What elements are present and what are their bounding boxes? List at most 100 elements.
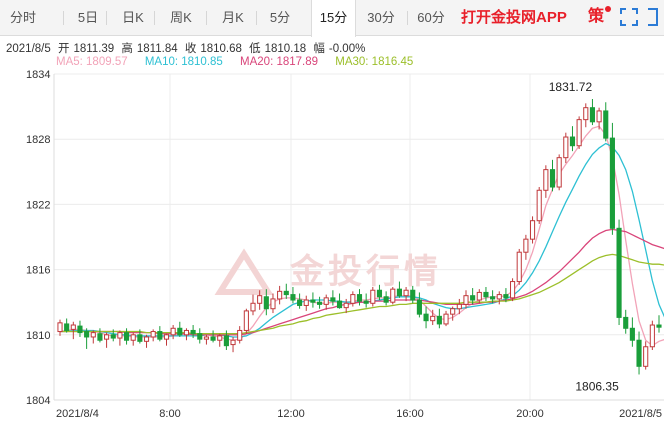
candle[interactable] (297, 293, 303, 309)
x-tick-label: 20:00 (516, 408, 544, 420)
candle-body (583, 107, 589, 121)
candle[interactable] (496, 291, 502, 305)
candle[interactable] (643, 341, 649, 370)
candle[interactable] (350, 291, 356, 307)
candle-body (363, 300, 369, 304)
candle[interactable] (423, 306, 429, 329)
candle-body (643, 346, 649, 367)
candle[interactable] (609, 122, 615, 235)
candle-body (589, 107, 596, 123)
candle[interactable] (84, 328, 90, 349)
candle[interactable] (157, 326, 163, 342)
candle-body (629, 327, 635, 341)
candle-body (396, 288, 402, 297)
candle[interactable] (656, 315, 662, 333)
candle[interactable] (270, 293, 276, 314)
candle[interactable] (323, 294, 329, 310)
candle-body (436, 315, 442, 325)
candle[interactable] (143, 334, 150, 348)
candle-body (443, 313, 449, 325)
candle[interactable] (616, 219, 622, 326)
candle[interactable] (163, 333, 170, 346)
candle-body (510, 281, 516, 299)
candle[interactable] (217, 333, 223, 347)
candle-body (390, 288, 396, 303)
candle-body (649, 324, 655, 348)
candle-body (263, 296, 269, 310)
candle[interactable] (563, 132, 569, 164)
candlestick-chart[interactable]: 金投行情 1834 1828 1822 1816 1810 1804 2021/8/4 8:0… (0, 0, 664, 421)
candle[interactable] (277, 285, 283, 305)
candle[interactable] (443, 310, 449, 327)
candle[interactable] (556, 154, 562, 191)
candle[interactable] (523, 234, 529, 260)
candle[interactable] (250, 294, 256, 316)
candle[interactable] (549, 159, 556, 192)
candle-body (283, 290, 289, 296)
candle[interactable] (117, 330, 123, 346)
candle-body (237, 329, 243, 341)
candle[interactable] (197, 328, 203, 344)
candle-body (576, 119, 582, 147)
candle[interactable] (243, 308, 249, 334)
candle[interactable] (97, 328, 103, 343)
candle[interactable] (310, 292, 316, 308)
candle[interactable] (230, 336, 236, 353)
candle[interactable] (130, 332, 136, 346)
candle[interactable] (170, 325, 176, 340)
candle[interactable] (383, 291, 389, 306)
candle[interactable] (64, 318, 70, 333)
x-tick-label: 16:00 (396, 408, 424, 420)
candle[interactable] (569, 126, 576, 152)
candle-body (223, 335, 229, 347)
candle[interactable] (390, 286, 396, 305)
y-tick-label: 1828 (26, 134, 50, 146)
candle-body (303, 299, 309, 306)
candle-body (470, 295, 476, 301)
candle[interactable] (183, 328, 190, 341)
candle[interactable] (576, 116, 582, 149)
ma5-line (59, 125, 664, 347)
candle[interactable] (543, 165, 549, 198)
candle[interactable] (529, 216, 536, 244)
candle-body (549, 169, 556, 188)
y-tick-label: 1822 (26, 199, 50, 211)
candle[interactable] (370, 286, 376, 307)
candle-body (190, 329, 196, 335)
candle[interactable] (623, 309, 629, 334)
candle-body (410, 289, 416, 301)
y-tick-label: 1810 (26, 330, 50, 342)
candle[interactable] (317, 296, 323, 309)
candle[interactable] (629, 317, 635, 347)
candle[interactable] (57, 319, 63, 336)
candle[interactable] (589, 98, 596, 126)
candle[interactable] (303, 295, 309, 311)
candle-body (516, 251, 522, 283)
candle[interactable] (416, 292, 422, 318)
candle[interactable] (516, 248, 522, 285)
candle[interactable] (536, 187, 542, 224)
candle[interactable] (283, 283, 289, 299)
candle[interactable] (636, 331, 642, 375)
candle[interactable] (123, 328, 130, 345)
candle[interactable] (330, 290, 336, 306)
x-tick-label: 12:00 (277, 408, 305, 420)
candle[interactable] (603, 102, 609, 142)
low-annotation: 1806.35 (575, 379, 619, 393)
candle[interactable] (510, 278, 516, 302)
candle-body (84, 331, 90, 338)
candle[interactable] (104, 332, 110, 348)
candle[interactable] (90, 330, 96, 344)
candle[interactable] (583, 103, 589, 128)
candle[interactable] (649, 320, 655, 351)
candle[interactable] (203, 334, 209, 345)
candle-body (230, 339, 236, 346)
candle[interactable] (343, 298, 349, 314)
candle[interactable] (237, 326, 243, 344)
candle[interactable] (436, 308, 442, 329)
candle[interactable] (336, 293, 343, 309)
candle[interactable] (177, 321, 183, 337)
y-tick-label: 1816 (26, 265, 50, 277)
candle-body (496, 294, 502, 300)
candle[interactable] (150, 329, 156, 342)
